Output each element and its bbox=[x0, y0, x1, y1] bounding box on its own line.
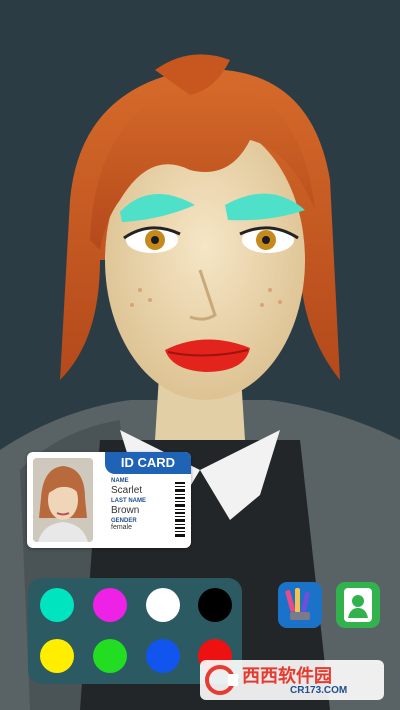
color-swatch-cyan[interactable] bbox=[40, 588, 74, 622]
watermark: 西西软件园 CR173.COM bbox=[200, 660, 384, 700]
makeup-tool-button[interactable] bbox=[278, 582, 322, 628]
barcode-icon bbox=[175, 482, 185, 537]
watermark-url: CR173.COM bbox=[290, 685, 348, 696]
profile-button[interactable] bbox=[336, 582, 380, 628]
color-swatch-blue[interactable] bbox=[146, 639, 180, 673]
name-label: NAME bbox=[111, 478, 129, 484]
color-swatch-green[interactable] bbox=[93, 639, 127, 673]
last-name-label: LAST NAME bbox=[111, 498, 146, 504]
color-swatch-yellow[interactable] bbox=[40, 639, 74, 673]
color-swatch-black[interactable] bbox=[198, 588, 232, 622]
gender-value: female bbox=[111, 524, 133, 531]
color-swatch-white[interactable] bbox=[146, 588, 180, 622]
color-swatch-magenta[interactable] bbox=[93, 588, 127, 622]
profile-person-icon bbox=[344, 588, 372, 622]
makeup-brushes-icon bbox=[285, 588, 310, 620]
last-name-value: Brown bbox=[111, 505, 140, 516]
first-name-value: Scarlet bbox=[111, 485, 143, 496]
id-card: ID CARD NAME Scarlet LAST NAME Brown GEN… bbox=[27, 452, 191, 548]
id-card-title: ID CARD bbox=[105, 452, 191, 474]
id-card-photo bbox=[33, 458, 93, 542]
